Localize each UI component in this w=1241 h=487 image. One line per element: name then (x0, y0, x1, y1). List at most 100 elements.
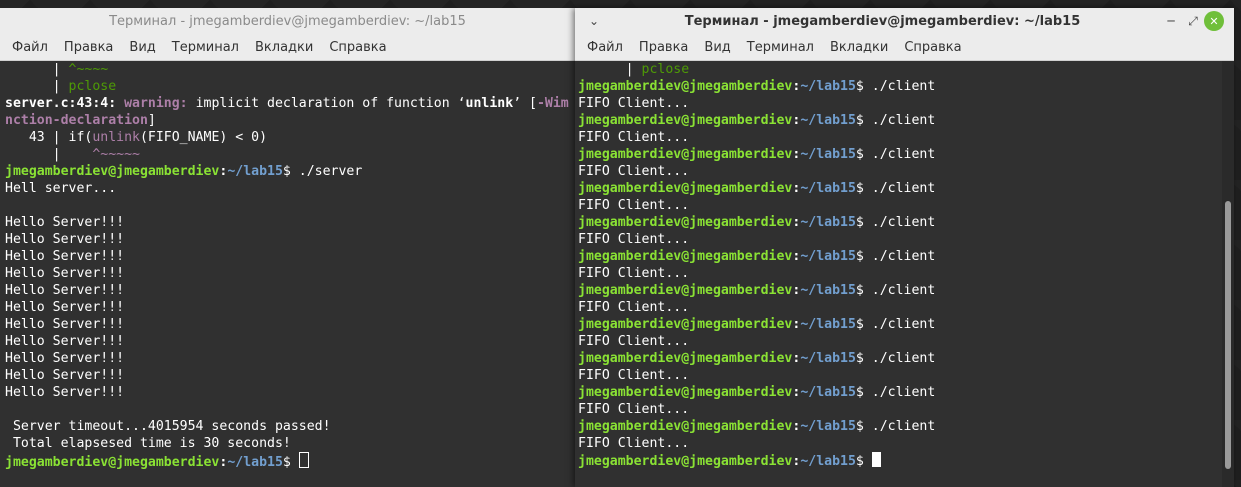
command-text: ./server (298, 164, 363, 179)
menu-item[interactable]: Файл (575, 40, 631, 55)
prompt-path: ~/lab15 (800, 351, 856, 366)
output-text: Server timeout...4015954 seconds passed! (5, 419, 331, 434)
terminal-line: FIFO Client... (578, 163, 1222, 180)
menu-item[interactable]: Вкладки (822, 40, 896, 55)
output-text: Hello Server!!! (5, 334, 125, 349)
function-name: unlink (92, 130, 140, 145)
terminal-line: Hello Server!!! (5, 316, 575, 333)
terminal-line: jmegamberdiev@jmegamberdiev:~/lab15$ ./c… (578, 350, 1222, 367)
output-text: Hello Server!!! (5, 266, 125, 281)
terminal-line: jmegamberdiev@jmegamberdiev:~/lab15$ ./c… (578, 112, 1222, 129)
terminal-window-server[interactable]: Терминал - jmegamberdiev@jmegamberdiev: … (0, 8, 575, 487)
terminal-line: 43 | if(unlink(FIFO_NAME) < 0) (5, 129, 575, 146)
output-text: FIFO Client... (578, 436, 690, 451)
close-icon[interactable]: ✕ (1204, 11, 1224, 31)
menu-item[interactable]: Справка (321, 40, 394, 55)
source-line: 43 | if( (5, 130, 93, 145)
terminal-line: Hello Server!!! (5, 333, 575, 350)
menu-item[interactable]: Файл (0, 40, 56, 55)
command-text: ./client (871, 351, 936, 366)
terminal-line: FIFO Client... (578, 367, 1222, 384)
terminal-line: FIFO Client... (578, 265, 1222, 282)
prompt-symbol: $ (855, 351, 872, 366)
titlebar[interactable]: Терминал - jmegamberdiev@jmegamberdiev: … (0, 8, 575, 34)
prompt-symbol: $ (855, 215, 872, 230)
prompt-symbol: $ (855, 385, 872, 400)
prompt-path: ~/lab15 (800, 147, 856, 162)
terminal-line: jmegamberdiev@jmegamberdiev:~/lab15$ ./c… (578, 248, 1222, 265)
terminal-line: | pclose (578, 61, 1222, 78)
output-text: FIFO Client... (578, 232, 690, 247)
command-text: ./client (871, 385, 936, 400)
prompt-path: ~/lab15 (227, 164, 283, 179)
output-text: FIFO Client... (578, 334, 690, 349)
terminal-line: Hello Server!!! (5, 350, 575, 367)
terminal-line: jmegamberdiev@jmegamberdiev:~/lab15$ (578, 452, 1222, 469)
output-text: Hello Server!!! (5, 317, 125, 332)
gutter: | (578, 62, 642, 77)
prompt-path: ~/lab15 (800, 79, 856, 94)
terminal-line: Hello Server!!! (5, 265, 575, 282)
prompt-symbol: $ (282, 455, 299, 470)
terminal-output[interactable]: | pclose jmegamberdiev@jmegamberdiev:~/la… (575, 61, 1222, 487)
prompt-path: ~/lab15 (800, 385, 856, 400)
terminal-line: | pclose (5, 78, 575, 95)
prompt-symbol: $ (855, 454, 872, 469)
terminal-output[interactable]: | ^~~~~ | pclose server.c:43:4: warning: … (0, 61, 575, 487)
prompt-user: jmegamberdiev@jmegamberdiev (578, 215, 793, 230)
terminal-line: Hello Server!!! (5, 384, 575, 401)
menu-item[interactable]: Вкладки (247, 40, 321, 55)
menu-item[interactable]: Вид (121, 40, 163, 55)
file-location: server.c:43:4: (5, 96, 125, 111)
terminal-line: jmegamberdiev@jmegamberdiev:~/lab15$ ./c… (578, 384, 1222, 401)
text-cursor (871, 452, 881, 467)
prompt-user: jmegamberdiev@jmegamberdiev (578, 249, 793, 264)
minimize-icon[interactable]: ─ (1160, 10, 1182, 32)
terminal-line: server.c:43:4: warning: implicit declara… (5, 95, 575, 112)
terminal-line: FIFO Client... (578, 299, 1222, 316)
prompt-symbol: $ (855, 249, 872, 264)
restore-icon[interactable]: ⤢ (1182, 10, 1204, 32)
prompt-user: jmegamberdiev@jmegamberdiev (578, 147, 793, 162)
terminal-window-client[interactable]: ⌄ Терминал - jmegamberdiev@jmegamberdiev… (575, 8, 1234, 487)
scrollbar-thumb[interactable] (1225, 201, 1231, 469)
command-text: ./client (871, 113, 936, 128)
function-name: unlink (465, 96, 514, 111)
scrollbar[interactable] (1222, 61, 1234, 487)
menu-item[interactable]: Справка (896, 40, 969, 55)
output-text: FIFO Client... (578, 96, 690, 111)
prompt-symbol: $ (855, 181, 872, 196)
output-text: Hello Server!!! (5, 368, 125, 383)
gutter: | (5, 62, 69, 77)
warning-flag: -Wim (536, 96, 569, 111)
terminal-line: FIFO Client... (578, 333, 1222, 350)
terminal-line: jmegamberdiev@jmegamberdiev:~/lab15$ ./c… (578, 180, 1222, 197)
marker: ^~~~~~ (92, 147, 140, 162)
menu-item[interactable]: Правка (631, 40, 696, 55)
command-text: ./client (871, 215, 936, 230)
output-text: FIFO Client... (578, 368, 690, 383)
menubar: Файл Правка Вид Терминал Вкладки Справка (575, 34, 1234, 61)
terminal-line: nction-declaration] (5, 112, 575, 129)
marker: ^~~~~ (68, 62, 109, 77)
prompt-symbol: $ (282, 164, 299, 179)
prompt-user: jmegamberdiev@jmegamberdiev (578, 419, 793, 434)
source-line: (FIFO_NAME) < 0) (139, 130, 268, 145)
prompt-symbol: $ (855, 79, 872, 94)
window-menu-icon[interactable]: ⌄ (583, 10, 605, 32)
titlebar[interactable]: ⌄ Терминал - jmegamberdiev@jmegamberdiev… (575, 8, 1234, 34)
menu-item[interactable]: Вид (696, 40, 738, 55)
menu-item[interactable]: Правка (56, 40, 121, 55)
terminal-line: Hello Server!!! (5, 367, 575, 384)
output-text: FIFO Client... (578, 300, 690, 315)
menu-item[interactable]: Терминал (739, 40, 822, 55)
output-text: FIFO Client... (578, 130, 690, 145)
terminal-line: FIFO Client... (578, 197, 1222, 214)
gutter: | (5, 147, 93, 162)
terminal-line: jmegamberdiev@jmegamberdiev:~/lab15$ (5, 452, 575, 470)
menu-item[interactable]: Терминал (164, 40, 247, 55)
prompt-path: ~/lab15 (800, 419, 856, 434)
output-text: Hell server... (5, 181, 117, 196)
terminal-line: Total elapsesed time is 30 seconds! (5, 435, 575, 452)
